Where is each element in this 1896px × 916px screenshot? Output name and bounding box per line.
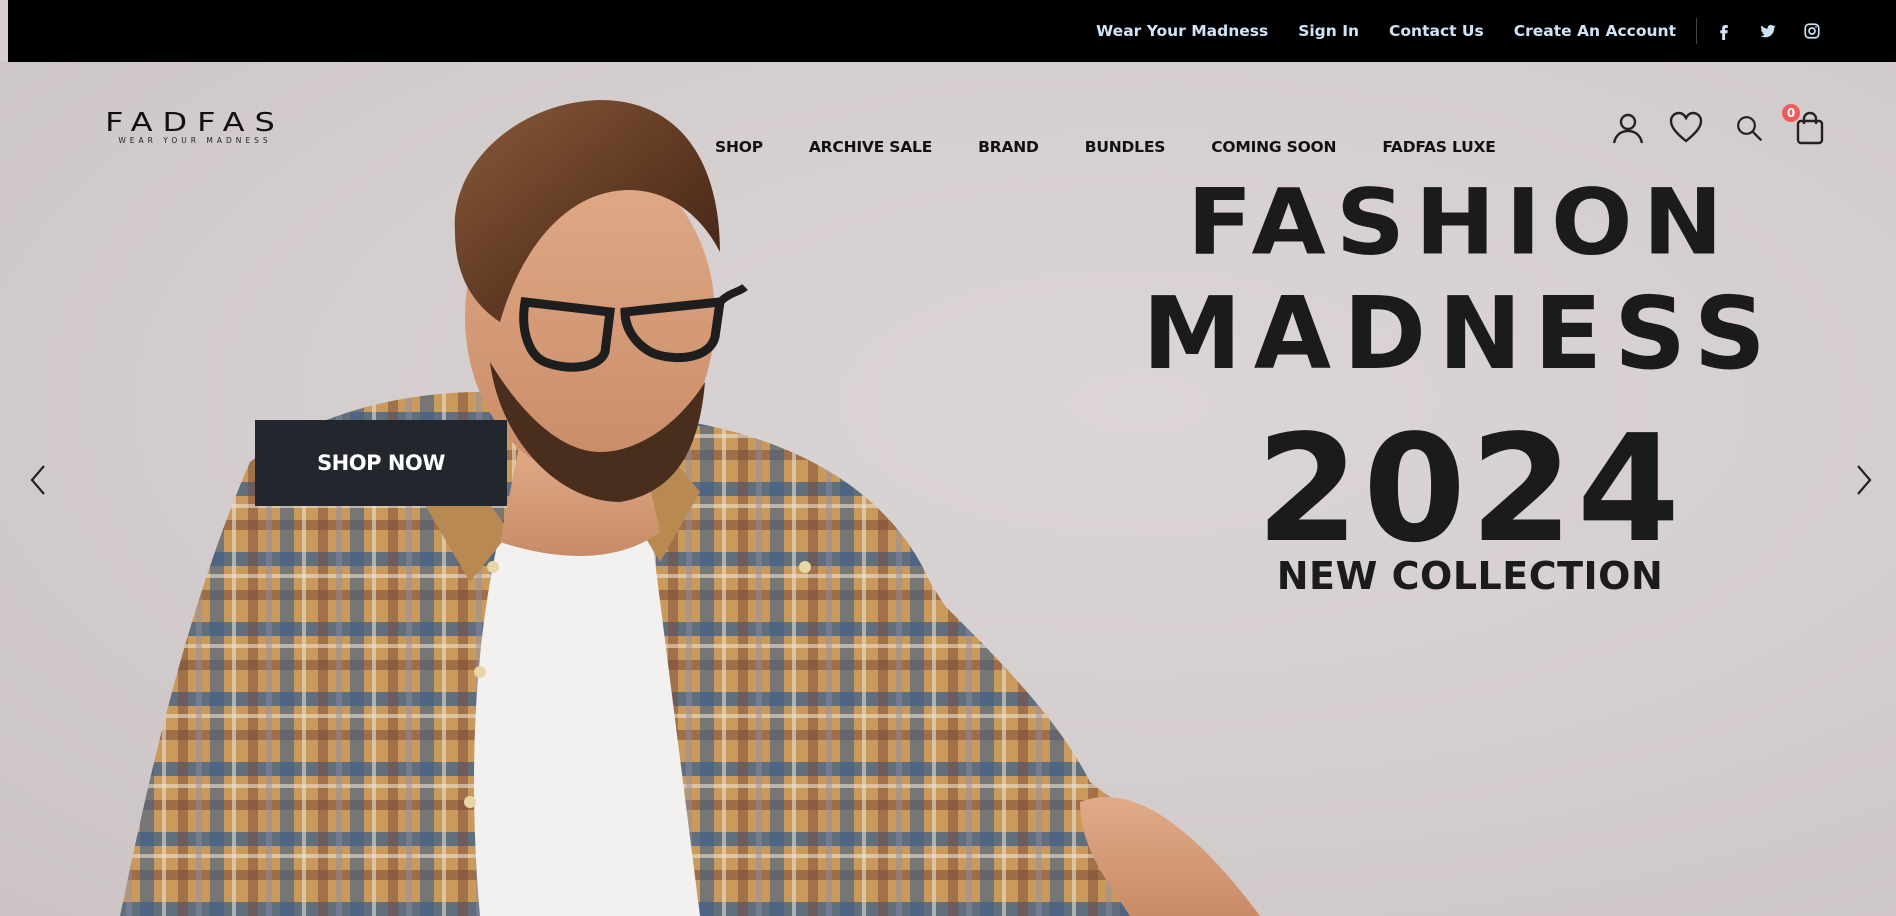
twitter-icon[interactable] bbox=[1759, 22, 1777, 40]
nav-item-archive-sale[interactable]: ARCHIVE SALE bbox=[809, 138, 932, 156]
top-links: Wear Your Madness Sign In Contact Us Cre… bbox=[1096, 22, 1676, 40]
top-bar: Wear Your Madness Sign In Contact Us Cre… bbox=[8, 0, 1896, 62]
social-links bbox=[1715, 22, 1821, 40]
facebook-icon[interactable] bbox=[1715, 22, 1733, 40]
logo-wordmark: FADFAS bbox=[105, 106, 285, 138]
logo-tagline: WEAR YOUR MADNESS bbox=[118, 136, 272, 145]
user-icon[interactable] bbox=[1610, 110, 1646, 146]
headline-subtitle: NEW COLLECTION bbox=[1276, 554, 1664, 598]
top-link-sign-in[interactable]: Sign In bbox=[1298, 22, 1359, 40]
top-link-create-account[interactable]: Create An Account bbox=[1514, 22, 1676, 40]
nav-item-brand[interactable]: BRAND bbox=[978, 138, 1039, 156]
top-link-contact-us[interactable]: Contact Us bbox=[1389, 22, 1484, 40]
top-link-wear-your-madness[interactable]: Wear Your Madness bbox=[1096, 22, 1268, 40]
search-icon[interactable] bbox=[1734, 110, 1764, 146]
nav-item-coming-soon[interactable]: COMING SOON bbox=[1211, 138, 1336, 156]
chevron-left-icon[interactable] bbox=[26, 462, 50, 498]
instagram-icon[interactable] bbox=[1803, 22, 1821, 40]
nav-item-fadfas-luxe[interactable]: FADFAS LUXE bbox=[1382, 138, 1495, 156]
headline-year: 2024 bbox=[1256, 403, 1684, 575]
headline-madness: MADNESS bbox=[1142, 275, 1778, 392]
cart-count-badge: 0 bbox=[1782, 104, 1800, 122]
nav-item-bundles[interactable]: BUNDLES bbox=[1085, 138, 1166, 156]
shop-now-button[interactable]: SHOP NOW bbox=[255, 420, 507, 506]
brand-logo[interactable]: FADFAS WEAR YOUR MADNESS bbox=[90, 106, 300, 145]
nav-item-shop[interactable]: SHOP bbox=[715, 138, 763, 156]
headline-fashion: FASHION bbox=[1186, 168, 1733, 276]
hero-headline: FASHION MADNESS 2024 NEW COLLECTION bbox=[1100, 170, 1820, 598]
chevron-right-icon[interactable] bbox=[1852, 462, 1876, 498]
heart-icon[interactable] bbox=[1668, 110, 1704, 146]
main-navigation: SHOP ARCHIVE SALE BRAND BUNDLES COMING S… bbox=[715, 138, 1496, 156]
top-divider bbox=[1696, 18, 1697, 44]
